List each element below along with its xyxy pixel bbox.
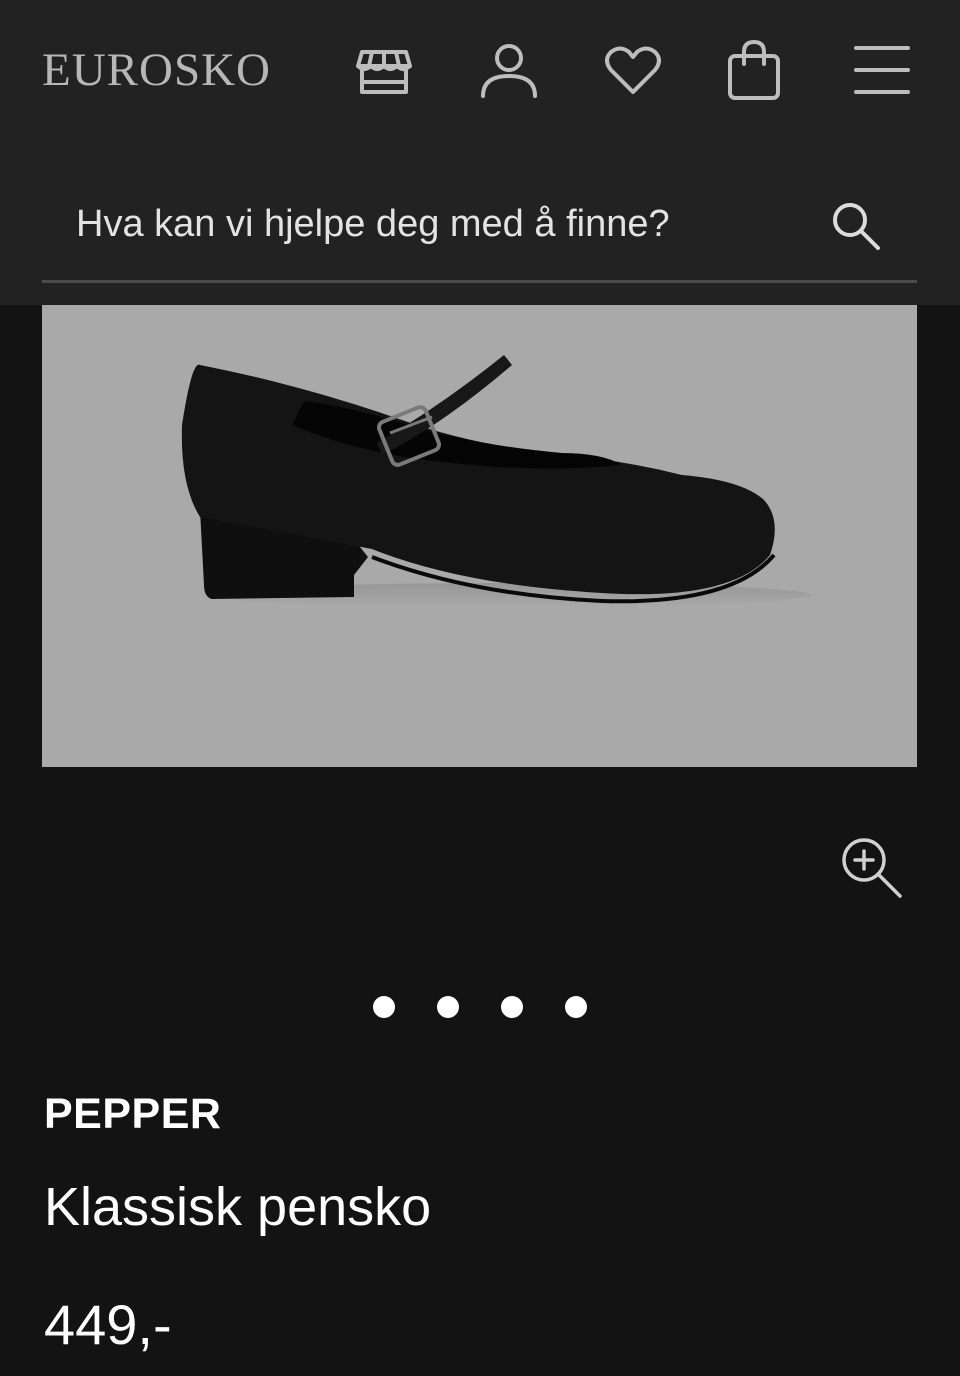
search-bar (42, 168, 917, 283)
gallery-dot-4[interactable] (565, 996, 587, 1018)
store-icon[interactable] (352, 38, 416, 102)
product-price: 449,- (44, 1293, 172, 1356)
heart-icon[interactable] (601, 38, 665, 102)
site-header: EUROSKO (0, 0, 960, 305)
search-input[interactable] (42, 168, 822, 280)
eurosko-logo[interactable]: EUROSKO (42, 44, 271, 96)
zoom-in-icon[interactable] (838, 834, 904, 900)
menu-icon[interactable] (850, 38, 914, 102)
shoe-illustration (181, 355, 812, 607)
gallery-dot-2[interactable] (437, 996, 459, 1018)
bag-icon[interactable] (722, 38, 786, 102)
product-image[interactable] (42, 305, 917, 767)
gallery-dot-3[interactable] (501, 996, 523, 1018)
gallery-dot-1[interactable] (373, 996, 395, 1018)
search-icon[interactable] (828, 198, 884, 254)
product-brand[interactable]: PEPPER (44, 1090, 221, 1139)
account-icon[interactable] (477, 38, 541, 102)
product-title: Klassisk pensko (44, 1177, 432, 1237)
gallery-pagination (0, 996, 960, 1020)
